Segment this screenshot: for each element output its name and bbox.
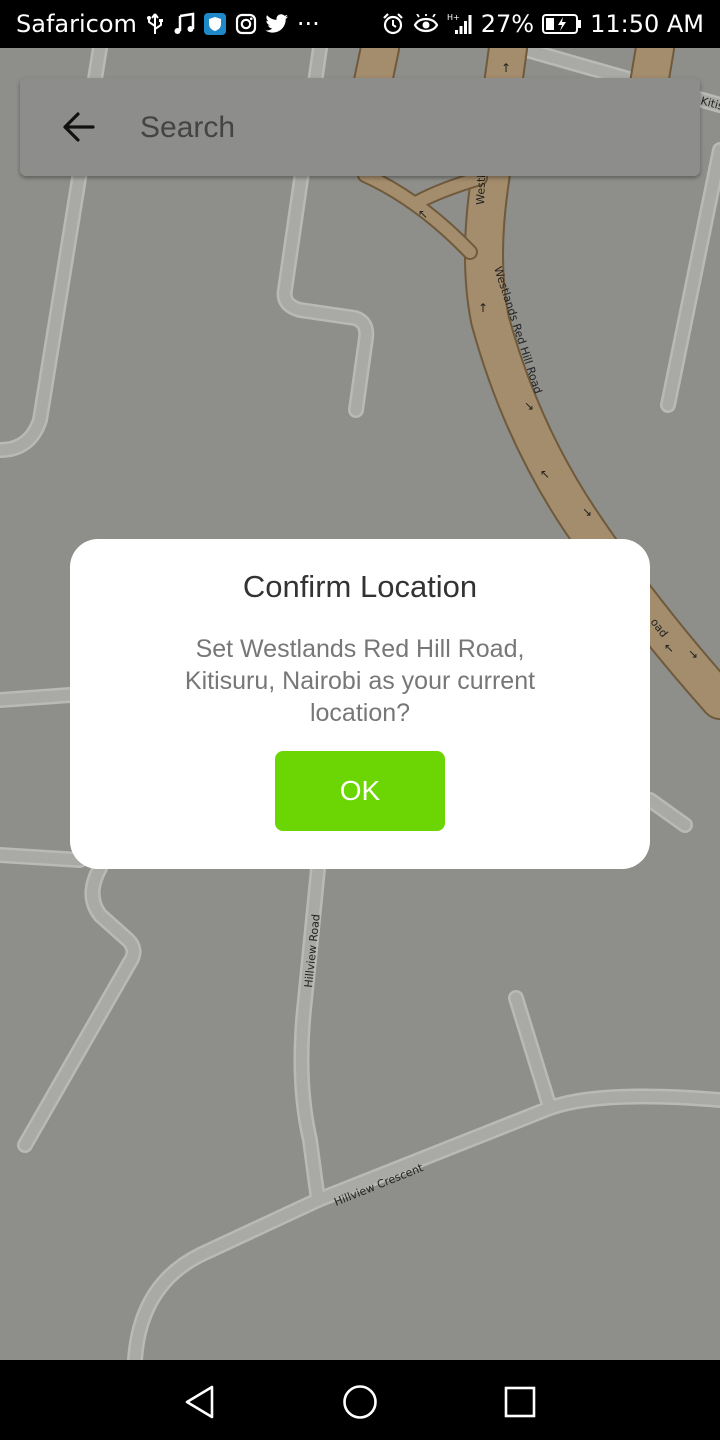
direction-arrow: ↖ <box>664 641 674 655</box>
dialog-message: Set Westlands Red Hill Road, Kitisuru, N… <box>184 635 536 727</box>
nav-recents-button[interactable] <box>496 1378 544 1426</box>
instagram-icon <box>235 13 257 35</box>
status-bar: Safaricom ··· H+ 27% 11:50 AM <box>0 0 720 48</box>
road-label-westlands-short: Westl <box>474 175 488 206</box>
back-button[interactable] <box>54 102 104 152</box>
direction-arrow: ↑ <box>478 301 488 315</box>
direction-arrow: ↘ <box>582 505 592 519</box>
battery-charging-icon <box>542 13 582 35</box>
arrow-left-icon <box>63 112 95 142</box>
direction-arrow: ↑ <box>501 61 511 75</box>
direction-arrow: ↖ <box>418 207 428 221</box>
music-icon <box>173 12 195 36</box>
search-input[interactable] <box>138 100 662 156</box>
triangle-back-icon <box>185 1385 214 1419</box>
status-left: Safaricom ··· <box>16 0 320 48</box>
signal-icon: H+ <box>447 12 473 36</box>
dialog-title: Confirm Location <box>242 569 478 604</box>
shield-app-icon <box>203 12 227 36</box>
status-right: H+ 27% 11:50 AM <box>381 0 704 48</box>
twitter-icon <box>265 14 289 34</box>
direction-arrow: ↖ <box>540 467 550 481</box>
navigation-bar <box>0 1360 720 1440</box>
usb-icon <box>145 12 165 36</box>
direction-arrow: ↘ <box>524 399 534 413</box>
search-bar <box>20 78 700 176</box>
carrier-name: Safaricom <box>16 10 137 38</box>
network-type-label: H+ <box>447 13 460 22</box>
ok-button[interactable]: OK <box>275 751 445 831</box>
more-notifications-icon: ··· <box>296 10 320 38</box>
alarm-icon <box>381 12 405 36</box>
battery-percent: 27% <box>480 10 535 38</box>
circle-home-icon <box>343 1385 377 1419</box>
square-recents-icon <box>504 1386 536 1418</box>
nav-home-button[interactable] <box>336 1378 384 1426</box>
clock-time: 11:50 AM <box>590 10 704 38</box>
eye-comfort-icon <box>413 14 439 34</box>
direction-arrow: ↘ <box>688 647 698 661</box>
nav-back-button[interactable] <box>176 1378 224 1426</box>
confirm-location-dialog: Confirm Location Set Westlands Red Hill … <box>70 539 650 869</box>
